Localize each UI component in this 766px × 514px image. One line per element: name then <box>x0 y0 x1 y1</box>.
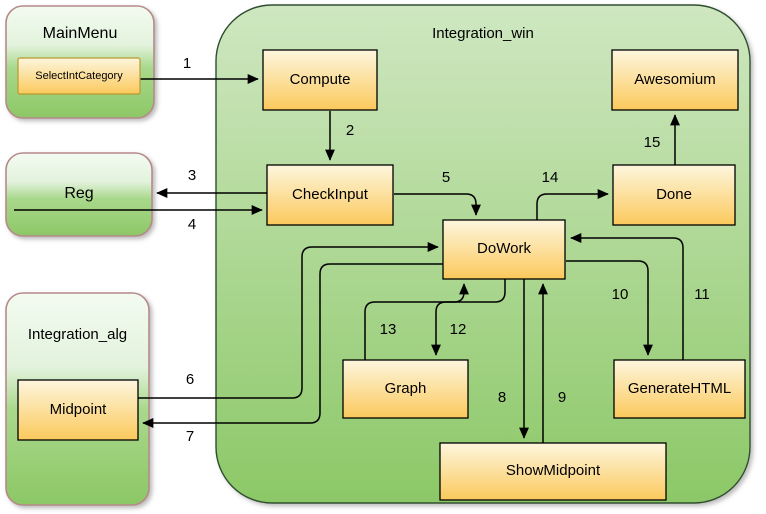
node-compute-shape <box>262 49 378 111</box>
node-done-shape <box>612 164 736 226</box>
node-graph-shape <box>342 359 469 419</box>
node-midpoint-shape <box>17 379 139 441</box>
node-selectintcategory-shape <box>17 57 141 95</box>
diagram-graphics <box>5 4 751 506</box>
node-dowork-shape <box>442 219 566 280</box>
container-reg <box>5 152 153 237</box>
diagram-canvas: Integration_win MainMenu Reg Integration… <box>0 0 766 514</box>
node-generatehtml-shape <box>613 359 746 419</box>
node-showmidpoint-shape <box>439 442 667 501</box>
node-awesomium-shape <box>611 49 739 111</box>
node-checkinput-shape <box>266 164 394 226</box>
